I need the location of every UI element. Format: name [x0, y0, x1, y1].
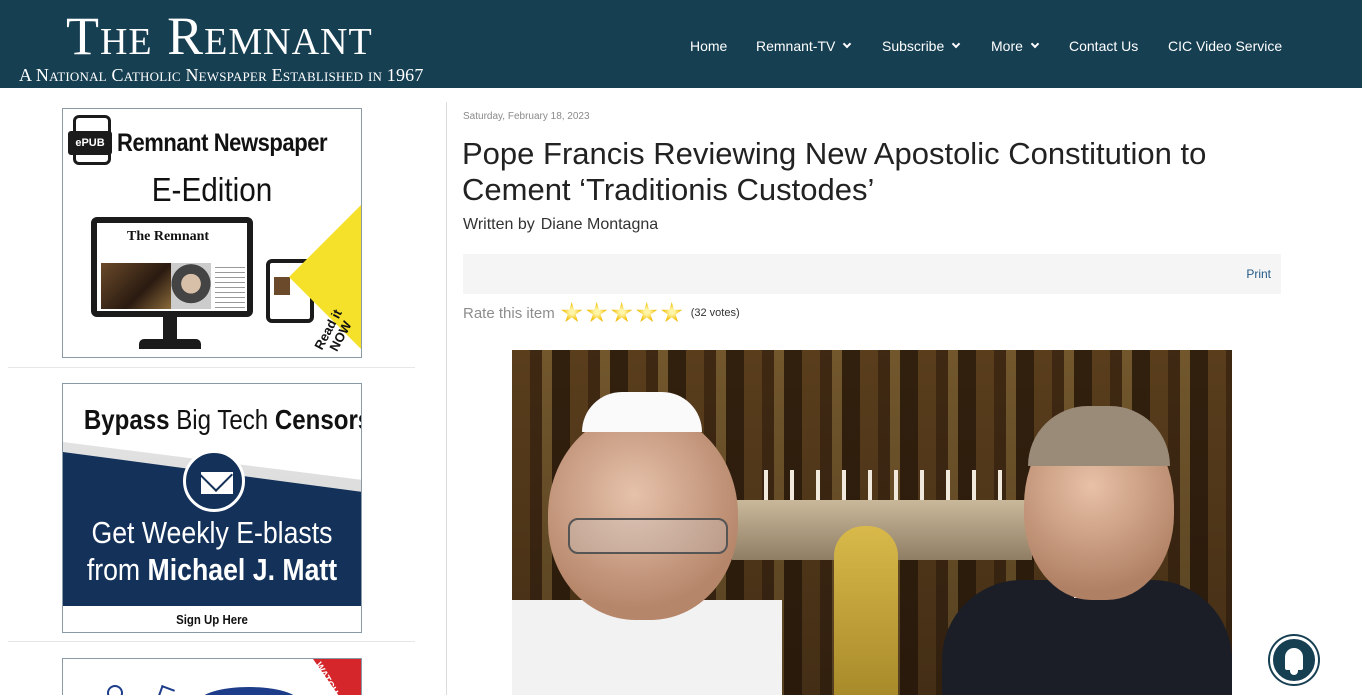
e-blast-ad-line1: Get Weekly E-blasts [91, 515, 333, 550]
watch-now-ad[interactable]: WATCH NO [62, 658, 362, 695]
sidebar-separator [8, 641, 415, 642]
headline-censors: Censors [274, 404, 362, 435]
chevron-down-icon [843, 39, 852, 49]
star-icon[interactable] [636, 302, 658, 323]
e-blast-signup-ad[interactable]: Bypass Big Tech Censors Get Weekly E-bla… [62, 383, 362, 633]
ad-graphic [199, 687, 299, 695]
star-icon[interactable] [561, 302, 583, 323]
monitor-stand [163, 315, 177, 339]
sidebar-separator [8, 367, 415, 368]
sidebar-divider [446, 102, 447, 695]
nav-cic-video-service[interactable]: CIC Video Service [1168, 38, 1282, 54]
line2-prefix: from [86, 552, 141, 587]
nav-home[interactable]: Home [690, 38, 727, 54]
envelope-icon [183, 450, 245, 512]
article-byline: Written by Diane Montagna [463, 216, 658, 234]
pope-portrait [548, 410, 738, 620]
nav-home-label: Home [690, 38, 728, 54]
e-edition-ad-subtitle: E-Edition [151, 171, 273, 208]
nav-subscribe[interactable]: Subscribe [882, 38, 961, 54]
notification-bell-button[interactable] [1270, 636, 1318, 684]
envelope-shape [201, 472, 233, 494]
star-icon[interactable] [661, 302, 683, 323]
nav-more-label: More [991, 38, 1023, 54]
nav-cic-video-service-label: CIC Video Service [1168, 38, 1283, 54]
bell-clapper [1290, 670, 1298, 675]
newspaper-photo [171, 263, 211, 309]
nav-subscribe-label: Subscribe [882, 38, 945, 54]
star-icon[interactable] [586, 302, 608, 323]
monitor-icon: The Remnant [91, 217, 253, 317]
e-blast-ad-line2: from Michael J. Matt [84, 552, 340, 588]
zucchetto [582, 392, 702, 432]
headline-bypass: Bypass [83, 404, 170, 435]
headline-big-tech: Big Tech [176, 404, 269, 435]
line2-name: Michael J. Matt [147, 552, 338, 587]
vote-count: (32 votes) [690, 307, 740, 319]
monitor-base [139, 339, 201, 349]
glasses [568, 518, 728, 554]
nav-remnant-tv-label: Remnant-TV [756, 38, 836, 54]
priest-figure [834, 526, 898, 695]
e-edition-ad[interactable]: ePUB Remnant Newspaper E-Edition The Rem… [62, 108, 362, 358]
epub-badge: ePUB [68, 131, 112, 155]
arrow-icon [157, 685, 175, 695]
article-title: Pope Francis Reviewing New Apostolic Con… [462, 136, 1207, 207]
article-toolbar: Print [463, 254, 1281, 294]
site-logo-title[interactable]: The Remnant [66, 6, 373, 66]
print-link[interactable]: Print [1246, 267, 1271, 281]
byline-label: Written by [463, 216, 535, 233]
chevron-down-icon [1030, 39, 1040, 49]
newspaper-photo [101, 263, 171, 309]
sign-up-here-link[interactable]: Sign Up Here [81, 612, 343, 627]
article-date: Saturday, February 18, 2023 [463, 111, 590, 122]
bell-icon [1285, 648, 1303, 670]
newspaper-text-lines [215, 263, 245, 309]
site-logo-tagline: A National Catholic Newspaper Establishe… [19, 65, 424, 85]
nav-remnant-tv[interactable]: Remnant-TV [756, 38, 852, 54]
star-icon[interactable] [611, 302, 633, 323]
tablet-photo [274, 277, 290, 295]
nav-more[interactable]: More [991, 38, 1040, 54]
globe-icon [107, 685, 123, 695]
bishop-hair [1028, 406, 1170, 466]
nav-contact-us[interactable]: Contact Us [1069, 38, 1138, 54]
rate-label: Rate this item [463, 304, 555, 322]
newspaper-masthead: The Remnant [127, 229, 210, 244]
article-hero-image [512, 350, 1232, 695]
author-name[interactable]: Diane Montagna [541, 216, 658, 233]
chevron-down-icon [952, 39, 961, 49]
bishop-portrait [942, 406, 1232, 695]
site-header: The Remnant A National Catholic Newspape… [0, 0, 1362, 88]
rating-widget: Rate this item (32 votes) [463, 302, 740, 324]
e-blast-ad-headline: Bypass Big Tech Censors [83, 404, 361, 436]
nav-contact-us-label: Contact Us [1069, 38, 1139, 54]
e-edition-ad-title: Remnant Newspaper [117, 129, 328, 157]
